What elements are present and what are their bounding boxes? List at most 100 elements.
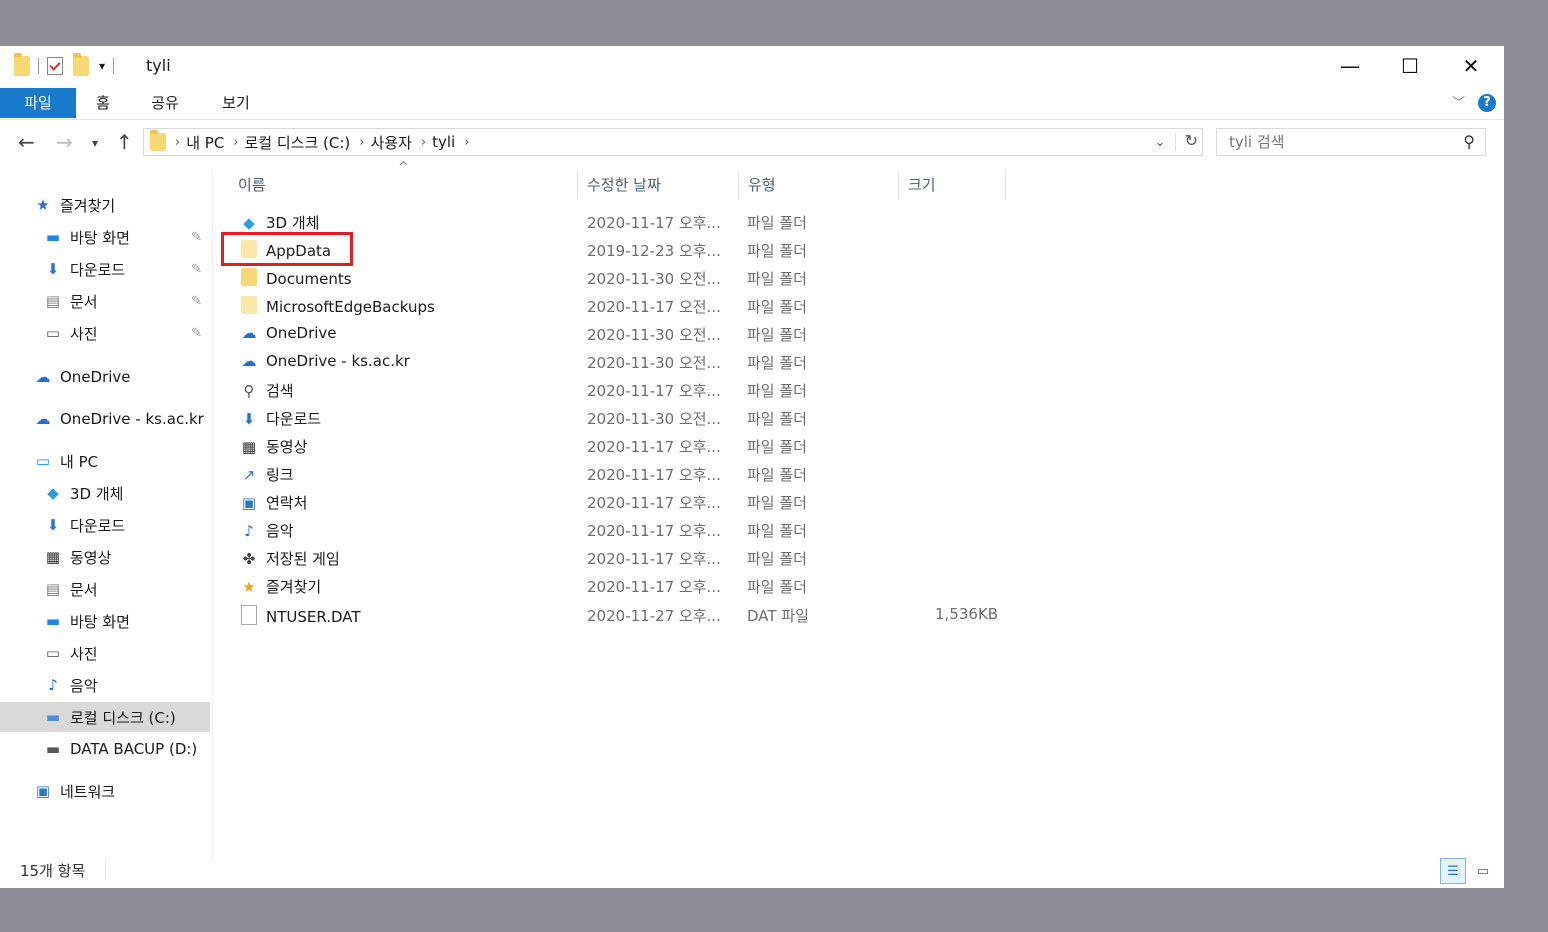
sort-ascending-icon: ^ [398,160,409,175]
customize-toolbar-icon[interactable]: ▾ [99,59,105,73]
refresh-icon[interactable]: ↻ [1185,131,1198,150]
nav-item-this-pc[interactable]: ▭ 내 PC [32,446,210,476]
drive-icon: ▬ [45,740,61,758]
search-box[interactable]: ⚲ [1216,128,1486,156]
address-bar[interactable]: › 내 PC › 로컬 디스크 (C:) › 사용자 › tyli › ⌄ ↻ [143,128,1203,156]
new-folder-icon[interactable] [73,53,89,76]
divider [38,58,39,74]
nav-item-local-disk-c[interactable]: ▬ 로컬 디스크 (C:) [0,702,210,732]
forward-arrow-icon[interactable]: → [56,130,73,154]
file-name: 다운로드 [266,410,322,428]
file-row[interactable]: ↗ 링크 2020-11-17 오후... 파일 폴더 [230,460,1010,488]
column-divider[interactable] [738,170,739,200]
pin-icon[interactable]: ✎ [191,262,202,277]
file-date: 2020-11-30 오전... [587,410,721,428]
breadcrumb-item[interactable]: 내 PC [186,132,224,153]
nav-item-3d-objects[interactable]: ◆ 3D 개체 [42,478,210,508]
file-date: 2020-11-30 오전... [587,270,721,288]
file-row[interactable]: ☁ OneDrive 2020-11-30 오전... 파일 폴더 [230,320,1010,348]
maximize-button[interactable]: ☐ [1380,46,1440,86]
music-icon: ♪ [48,676,58,694]
file-row[interactable]: ☁ OneDrive - ks.ac.kr 2020-11-30 오전... 파일… [230,348,1010,376]
file-row[interactable]: ▣ 연락처 2020-11-17 오후... 파일 폴더 [230,488,1010,516]
file-row[interactable]: ★ 즐겨찾기 2020-11-17 오후... 파일 폴더 [230,572,1010,600]
drive-icon: ▬ [45,708,61,726]
file-date: 2020-11-17 오후... [587,382,721,400]
chevron-down-icon[interactable]: ⌄ [1155,135,1166,150]
column-header-size[interactable]: 크기 [908,170,936,200]
file-row[interactable]: MicrosoftEdgeBackups 2020-11-17 오전... 파일… [230,292,1010,320]
nav-item-label: 네트워크 [60,782,116,801]
chevron-right-icon[interactable]: › [233,135,238,150]
file-name: 링크 [266,466,294,484]
nav-item-pictures-pc[interactable]: ▭ 사진 [42,638,210,668]
file-row[interactable]: ▦ 동영상 2020-11-17 오후... 파일 폴더 [230,432,1010,460]
recent-locations-icon[interactable]: ▾ [92,136,98,150]
document-icon: ▤ [45,580,61,598]
pin-icon[interactable]: ✎ [191,294,202,309]
expand-ribbon-icon[interactable]: ﹀ [1452,92,1465,111]
column-header-type[interactable]: 유형 [748,170,776,200]
breadcrumb-item[interactable]: tyli [432,133,455,151]
nav-item-label: 사진 [70,644,98,663]
nav-item-videos[interactable]: ▦ 동영상 [42,542,210,572]
file-type: 파일 폴더 [747,298,807,316]
file-row[interactable]: ✤ 저장된 게임 2020-11-17 오후... 파일 폴더 [230,544,1010,572]
file-name: 3D 개체 [266,214,320,232]
nav-item-label: 로컬 디스크 (C:) [70,708,176,727]
nav-item-downloads-pc[interactable]: ⬇ 다운로드 [42,510,210,540]
breadcrumb-item[interactable]: 로컬 디스크 (C:) [245,132,351,153]
chevron-right-icon[interactable]: › [359,135,364,150]
column-divider[interactable] [898,170,899,200]
file-row[interactable]: ♪ 음악 2020-11-17 오후... 파일 폴더 [230,516,1010,544]
chevron-right-icon[interactable]: › [464,135,469,150]
tab-home[interactable]: 홈 [84,88,122,118]
tab-file[interactable]: 파일 [0,88,76,118]
nav-item-desktop[interactable]: ▬ 바탕 화면 ✎ [42,222,210,252]
nav-item-documents[interactable]: ▤ 문서 ✎ [42,286,210,316]
cloud-icon: ☁ [35,368,51,386]
close-button[interactable]: ✕ [1441,46,1501,86]
column-header-date[interactable]: 수정한 날짜 [587,170,661,200]
column-header-name[interactable]: 이름 [238,170,266,200]
large-icons-view-button[interactable]: ▭ [1470,858,1496,884]
game-icon: ✤ [242,549,256,568]
pin-icon[interactable]: ✎ [191,230,202,245]
tab-share[interactable]: 공유 [140,88,190,118]
file-type: 파일 폴더 [747,438,807,456]
nav-item-documents-pc[interactable]: ▤ 문서 [42,574,210,604]
chevron-right-icon[interactable]: › [421,135,426,150]
file-type: 파일 폴더 [747,214,807,232]
nav-item-music[interactable]: ♪ 음악 [42,670,210,700]
nav-item-network[interactable]: ▣ 네트워크 [32,776,210,806]
breadcrumb-item[interactable]: 사용자 [370,132,411,153]
file-size: 1,536KB [935,605,999,623]
nav-item-data-backup-d[interactable]: ▬ DATA BACUP (D:) [42,734,210,764]
nav-item-onedrive[interactable]: ☁ OneDrive [32,362,210,392]
nav-item-onedrive-ks[interactable]: ☁ OneDrive - ks.ac.kr [32,404,210,434]
file-row[interactable]: Documents 2020-11-30 오전... 파일 폴더 [230,264,1010,292]
link-icon: ↗ [242,465,256,484]
file-row[interactable]: ⬇ 다운로드 2020-11-30 오전... 파일 폴더 [230,404,1010,432]
search-input[interactable] [1227,132,1451,152]
chevron-right-icon[interactable]: › [175,135,180,150]
help-icon[interactable]: ? [1478,94,1496,112]
minimize-button[interactable]: — [1320,46,1380,86]
window-title: tyli [146,56,171,75]
file-row[interactable]: NTUSER.DAT 2020-11-27 오후... DAT 파일 1,536… [230,601,1010,629]
details-view-button[interactable]: ☰ [1440,858,1466,884]
column-divider[interactable] [577,170,578,200]
tab-view[interactable]: 보기 [210,88,262,118]
back-arrow-icon[interactable]: ← [18,130,35,154]
nav-item-desktop-pc[interactable]: ▬ 바탕 화면 [42,606,210,636]
properties-icon[interactable] [47,57,63,75]
nav-item-downloads[interactable]: ⬇ 다운로드 ✎ [42,254,210,284]
nav-item-favorites[interactable]: ★ 즐겨찾기 [32,190,242,220]
nav-item-pictures[interactable]: ▭ 사진 ✎ [42,318,210,348]
file-row[interactable]: ⚲ 검색 2020-11-17 오후... 파일 폴더 [230,376,1010,404]
pin-icon[interactable]: ✎ [191,326,202,341]
search-icon[interactable]: ⚲ [1463,132,1475,151]
up-arrow-icon[interactable]: ↑ [116,130,133,154]
divider [105,860,106,880]
column-divider[interactable] [1005,170,1006,200]
